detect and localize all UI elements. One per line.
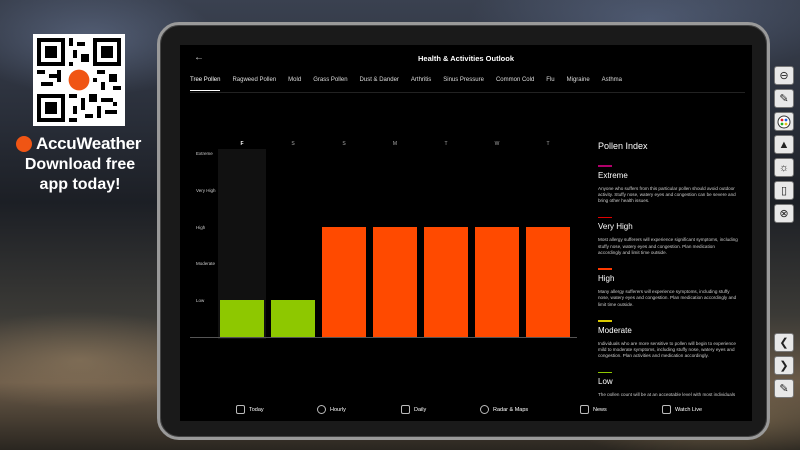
pollen-bar xyxy=(424,226,468,337)
index-level: Moderate Individuals who are more sensiti… xyxy=(598,320,738,360)
prev-icon[interactable]: ❮ xyxy=(774,333,794,352)
y-tick-label: Very High xyxy=(196,187,216,193)
play-icon xyxy=(662,405,671,414)
eraser-icon[interactable]: ▯ xyxy=(774,181,794,200)
tab-bar: Tree Pollen Ragweed Pollen Mold Grass Po… xyxy=(190,77,750,91)
index-level: Very High Most allergy sufferers will exp… xyxy=(598,216,738,257)
x-tick-label: M xyxy=(392,141,398,147)
palette-icon[interactable] xyxy=(774,112,794,131)
calendar-today-icon xyxy=(236,405,245,414)
app-screen: ← Health & Activities Outlook Tree Polle… xyxy=(180,45,752,421)
pollen-bar xyxy=(475,226,519,337)
pollen-bar xyxy=(373,226,417,337)
qr-code-image xyxy=(37,38,121,122)
tab-asthma[interactable]: Asthma xyxy=(602,77,622,91)
level-color-bar xyxy=(598,216,612,219)
promo-line-1: Download free xyxy=(24,156,136,173)
brand-name: AccuWeather xyxy=(36,134,142,153)
minus-circle-icon[interactable]: ⊖ xyxy=(774,66,794,85)
index-title: Pollen Index xyxy=(598,141,648,151)
level-color-bar xyxy=(598,371,612,374)
nav-radar-label: Radar & Maps xyxy=(493,406,529,413)
tab-divider xyxy=(190,92,745,93)
level-color-bar xyxy=(598,320,612,322)
brightness-icon[interactable]: ☼ xyxy=(774,158,794,177)
x-tick-label: S xyxy=(291,141,295,147)
tab-common-cold[interactable]: Common Cold xyxy=(496,77,534,91)
pollen-bar xyxy=(526,226,570,337)
tab-ragweed-pollen[interactable]: Ragweed Pollen xyxy=(232,77,276,91)
nav-news[interactable]: News xyxy=(580,405,607,414)
level-description: Most allergy sufferers will experience s… xyxy=(598,237,738,256)
x-tick-label: S xyxy=(342,141,346,147)
close-circle-icon[interactable]: ⊗ xyxy=(774,204,794,223)
nav-daily-label: Daily xyxy=(414,406,427,413)
y-tick-label: Extreme xyxy=(196,151,213,156)
nav-today[interactable]: Today xyxy=(236,405,264,414)
level-name: High xyxy=(598,273,615,283)
brand-logo: AccuWeather xyxy=(16,134,146,154)
palette-glyph xyxy=(777,115,791,128)
nav-watch-live[interactable]: Watch Live xyxy=(662,405,702,414)
nav-hourly[interactable]: Hourly xyxy=(317,405,346,414)
page-title: Health & Activities Outlook xyxy=(418,54,514,63)
level-color-bar xyxy=(598,165,612,167)
promo-line-2: app today! xyxy=(39,176,121,193)
sun-logo-icon xyxy=(16,136,32,152)
tab-grass-pollen[interactable]: Grass Pollen xyxy=(313,77,347,91)
nav-hourly-label: Hourly xyxy=(330,406,346,413)
index-level: High Many allergy sufferers will experien… xyxy=(598,268,738,308)
clock-icon xyxy=(317,405,326,414)
nav-today-label: Today xyxy=(249,406,264,413)
radar-icon xyxy=(480,405,489,414)
level-description: Many allergy sufferers will experience s… xyxy=(598,288,737,307)
index-levels: Extreme Anyone who suffers from this part… xyxy=(598,165,738,396)
tab-dust-dander[interactable]: Dust & Dander xyxy=(360,77,399,91)
pollen-bar xyxy=(220,300,264,337)
y-tick-label: Moderate xyxy=(196,261,216,267)
y-tick-label: Low xyxy=(196,298,205,304)
app-header: ← Health & Activities Outlook xyxy=(180,45,752,73)
nav-daily[interactable]: Daily xyxy=(401,405,426,414)
tablet-frame: ← Health & Activities Outlook Tree Polle… xyxy=(157,22,770,440)
x-tick-label: T xyxy=(546,141,550,147)
qr-code xyxy=(33,34,125,126)
tab-arthritis[interactable]: Arthritis xyxy=(411,77,431,91)
level-name: Moderate xyxy=(598,325,632,335)
chart-baseline xyxy=(190,337,577,338)
tab-migraine[interactable]: Migraine xyxy=(567,77,590,91)
level-description: Anyone who suffers from this particular … xyxy=(598,185,736,204)
nav-radar-maps[interactable]: Radar & Maps xyxy=(480,405,528,414)
index-level: Low The pollen count will be at an accept… xyxy=(598,371,738,396)
next-icon[interactable]: ❯ xyxy=(774,356,794,375)
edit-icon[interactable]: ✎ xyxy=(774,379,794,398)
level-name: Low xyxy=(598,377,613,387)
news-icon xyxy=(580,405,589,414)
x-tick-label: T xyxy=(444,141,448,147)
level-name: Extreme xyxy=(598,170,628,180)
tab-flu[interactable]: Flu xyxy=(546,77,554,91)
bottom-nav: Today Hourly Daily Radar & Maps News Wat… xyxy=(180,397,752,421)
calendar-icon xyxy=(401,405,410,414)
level-color-bar xyxy=(598,268,612,270)
pollen-bar xyxy=(322,226,366,337)
tab-tree-pollen[interactable]: Tree Pollen xyxy=(190,77,221,91)
nav-watch-label: Watch Live xyxy=(675,406,703,413)
level-name: Very High xyxy=(598,222,633,232)
x-tick-label: W xyxy=(494,141,500,147)
tab-sinus-pressure[interactable]: Sinus Pressure xyxy=(443,77,484,91)
pen-icon[interactable]: ✎ xyxy=(774,89,794,108)
fill-icon[interactable]: ▲ xyxy=(774,135,794,154)
y-tick-label: High xyxy=(196,224,206,230)
nav-news-label: News xyxy=(593,406,607,413)
x-tick-label: F xyxy=(240,141,244,147)
pollen-index-panel: Pollen Index Extreme Anyone who suffers f… xyxy=(598,141,738,396)
level-description: The pollen count will be at an acceptabl… xyxy=(598,392,736,396)
level-description: Individuals who are more sensitive to po… xyxy=(598,340,736,359)
pollen-bar xyxy=(271,300,315,337)
tab-mold[interactable]: Mold xyxy=(288,77,301,91)
pollen-chart: Low Moderate High Very High Extreme F S S M T W T xyxy=(190,141,580,341)
index-level: Extreme Anyone who suffers from this part… xyxy=(598,165,738,205)
